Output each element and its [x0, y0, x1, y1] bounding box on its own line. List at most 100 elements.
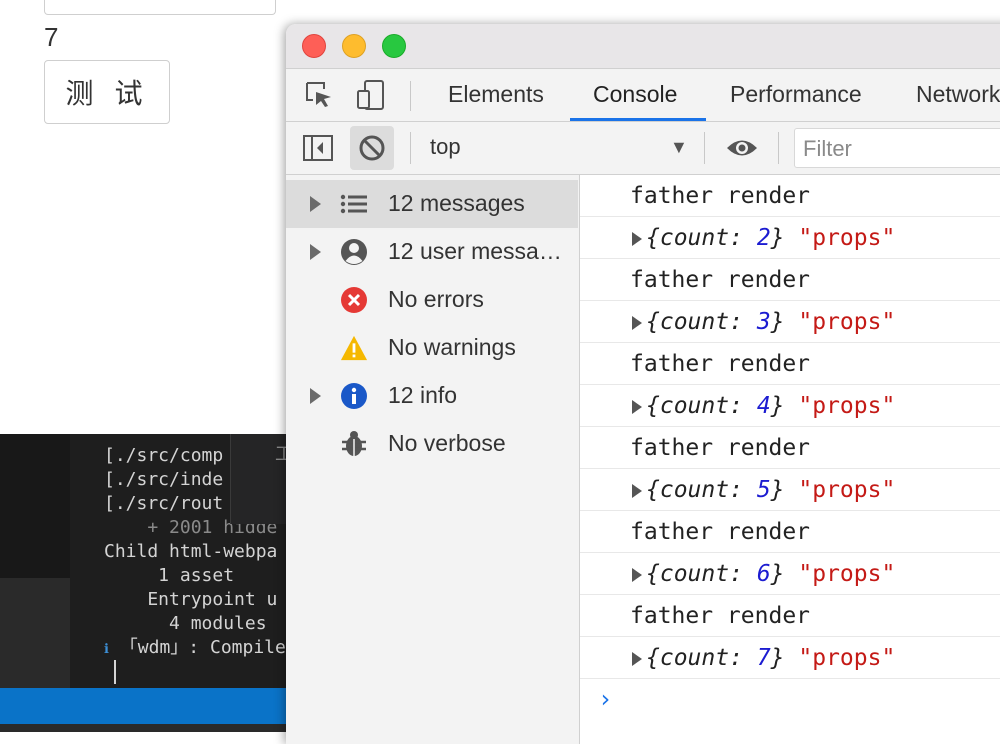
- prop-value: 2: [756, 225, 771, 251]
- log-text: father render: [630, 435, 811, 461]
- warning-icon: [340, 334, 368, 362]
- user-icon: [340, 238, 368, 266]
- test-button[interactable]: 测 试: [44, 60, 170, 124]
- status-bar: [0, 688, 290, 724]
- tab-separator: [410, 81, 411, 111]
- prop-key: count: [659, 561, 730, 587]
- tab-elements[interactable]: Elements: [448, 69, 544, 121]
- log-text: father render: [630, 267, 811, 293]
- terminal-line: [./src/comp: [104, 445, 224, 466]
- close-window-button[interactable]: [302, 34, 326, 58]
- object-preview[interactable]: {count: 7} "props": [646, 645, 895, 671]
- log-row: father render: [580, 427, 1000, 469]
- chevron-down-icon[interactable]: ▼: [670, 137, 688, 158]
- list-icon: [340, 190, 368, 218]
- toolbar-separator: [778, 132, 779, 164]
- tab-network[interactable]: Network: [916, 69, 1000, 121]
- expand-arrow-icon[interactable]: [310, 244, 321, 260]
- object-preview[interactable]: {count: 5} "props": [646, 477, 895, 503]
- sidebar-item-label: 12 messages: [388, 190, 525, 216]
- terminal-line: 1 asset: [104, 565, 235, 586]
- clear-console-icon[interactable]: [350, 126, 394, 170]
- log-row[interactable]: {count: 2} "props": [580, 217, 1000, 259]
- expand-object-icon[interactable]: [632, 400, 642, 414]
- sidebar-item-verbose[interactable]: No verbose: [286, 420, 578, 468]
- console-prompt-chevron-icon[interactable]: ›: [598, 685, 612, 713]
- bug-icon: [340, 430, 368, 458]
- toolbar-separator: [704, 132, 705, 164]
- object-preview[interactable]: {count: 2} "props": [646, 225, 895, 251]
- sidebar-item-label: No warnings: [388, 334, 516, 360]
- tab-console[interactable]: Console: [570, 69, 706, 121]
- expand-object-icon[interactable]: [632, 652, 642, 666]
- log-string: "props": [798, 561, 896, 587]
- prop-key: count: [659, 225, 730, 251]
- object-preview[interactable]: {count: 3} "props": [646, 309, 895, 335]
- object-preview[interactable]: {count: 4} "props": [646, 393, 895, 419]
- expand-object-icon[interactable]: [632, 568, 642, 582]
- log-string: "props": [798, 477, 896, 503]
- title-bar: [286, 24, 1000, 69]
- log-row: father render: [580, 259, 1000, 301]
- prop-value: 3: [756, 309, 771, 335]
- log-row[interactable]: {count: 5} "props": [580, 469, 1000, 511]
- sidebar-item-messages[interactable]: 12 messages: [286, 180, 578, 228]
- sidebar-item-label: 12 user messa…: [388, 238, 562, 264]
- page-text-input[interactable]: [44, 0, 276, 15]
- expand-arrow-icon[interactable]: [310, 196, 321, 212]
- log-string: "props": [798, 393, 896, 419]
- info-icon: ℹ: [104, 642, 109, 657]
- log-row: father render: [580, 595, 1000, 637]
- terminal-hover-widget: 工: [230, 434, 290, 524]
- sidebar-item-info[interactable]: 12 info: [286, 372, 578, 420]
- sidebar-item-label: 12 info: [388, 382, 458, 408]
- device-toolbar-icon[interactable]: [354, 79, 388, 111]
- log-row[interactable]: {count: 4} "props": [580, 385, 1000, 427]
- minimize-window-button[interactable]: [342, 34, 366, 58]
- expand-arrow-icon[interactable]: [310, 388, 321, 404]
- prop-value: 6: [756, 561, 771, 587]
- terminal-line-child: Child html-webpa: [104, 540, 277, 564]
- inspect-element-icon[interactable]: [302, 79, 336, 111]
- info-icon: [340, 382, 368, 410]
- log-string: "props": [798, 309, 896, 335]
- context-selector[interactable]: top: [430, 134, 461, 160]
- prop-value: 4: [756, 393, 771, 419]
- expand-object-icon[interactable]: [632, 232, 642, 246]
- tab-performance[interactable]: Performance: [730, 69, 862, 121]
- sidebar-item-label: No errors: [388, 286, 484, 312]
- log-text: father render: [630, 603, 811, 629]
- sidebar-item-user-messages[interactable]: 12 user messa…: [286, 228, 578, 276]
- expand-object-icon[interactable]: [632, 316, 642, 330]
- devtools-window: Elements Console Performance Network top…: [286, 24, 1000, 744]
- terminal-wdm-line: ℹ 「wdm」: Compile: [104, 636, 286, 662]
- filter-input[interactable]: [795, 129, 1000, 169]
- log-row: father render: [580, 175, 1000, 217]
- error-icon: [340, 286, 368, 314]
- terminal-line: 「wdm」: Compile: [119, 637, 286, 658]
- prop-key: count: [659, 393, 730, 419]
- sidebar-item-warnings[interactable]: No warnings: [286, 324, 578, 372]
- log-string: "props": [798, 645, 896, 671]
- prop-key: count: [659, 309, 730, 335]
- terminal-line: Entrypoint u: [104, 589, 278, 610]
- object-preview[interactable]: {count: 6} "props": [646, 561, 895, 587]
- live-expression-eye-icon[interactable]: [720, 126, 764, 170]
- log-row[interactable]: {count: 6} "props": [580, 553, 1000, 595]
- toggle-sidebar-icon[interactable]: [296, 126, 340, 170]
- console-toolbar: top ▼: [286, 122, 1000, 175]
- prop-key: count: [659, 645, 730, 671]
- terminal-gutter-highlight: [0, 578, 70, 688]
- zoom-window-button[interactable]: [382, 34, 406, 58]
- filter-box: [794, 128, 1000, 169]
- prop-key: count: [659, 477, 730, 503]
- sidebar-item-errors[interactable]: No errors: [286, 276, 578, 324]
- log-row[interactable]: {count: 7} "props": [580, 637, 1000, 679]
- panel-tab-bar: Elements Console Performance Network: [286, 69, 1000, 122]
- log-string: "props": [798, 225, 896, 251]
- log-text: father render: [630, 183, 811, 209]
- expand-object-icon[interactable]: [632, 484, 642, 498]
- log-row[interactable]: {count: 3} "props": [580, 301, 1000, 343]
- console-sidebar: 12 messages 12 user messa… No errors No …: [286, 175, 580, 744]
- terminal-panel: [./src/comp [./src/inde [./src/rout + 20…: [0, 434, 290, 732]
